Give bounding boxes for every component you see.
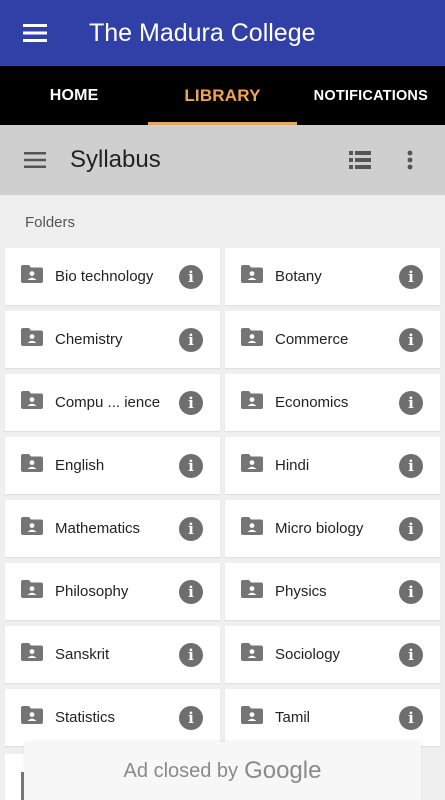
folder-card[interactable]: English i [5, 437, 220, 494]
app-title: The Madura College [89, 18, 316, 47]
folder-card[interactable]: Botany i [225, 248, 440, 305]
info-icon[interactable]: i [179, 642, 203, 667]
folder-label: Hindi [275, 457, 310, 474]
info-icon[interactable]: i [399, 579, 423, 604]
ad-banner: Ad closed by Google [24, 742, 421, 800]
info-icon[interactable]: i [399, 642, 423, 667]
folder-icon [5, 327, 55, 346]
folder-icon [225, 327, 275, 346]
folder-label: Mathematics [55, 520, 141, 537]
google-logo: Google [244, 757, 322, 784]
folder-icon [5, 453, 55, 472]
folder-card[interactable]: Hindi i [225, 437, 440, 494]
folder-card[interactable]: Bio technology i [5, 248, 220, 305]
folder-card[interactable]: Tamil i [225, 689, 440, 746]
folder-icon [5, 264, 55, 283]
info-icon[interactable]: i [179, 579, 203, 604]
folder-icon [225, 579, 275, 598]
info-icon[interactable]: i [179, 516, 203, 541]
info-icon[interactable]: i [399, 516, 423, 541]
folder-label: Sociology [275, 646, 341, 663]
folder-label: Commerce [275, 331, 349, 348]
info-icon[interactable]: i [179, 390, 203, 415]
folders-section-label: Folders [25, 214, 76, 231]
folder-card[interactable]: Sanskrit i [5, 626, 220, 683]
folder-grid: Bio technology i Botany i Chemistry i Commerce… [5, 248, 440, 746]
folder-icon [225, 516, 275, 535]
folder-label: Philosophy [55, 583, 129, 600]
list-view-icon[interactable] [335, 125, 385, 195]
folder-label: English [55, 457, 105, 474]
folder-label: Tamil [275, 709, 311, 726]
folder-card[interactable]: Micro biology i [225, 500, 440, 557]
folder-icon [5, 642, 55, 661]
folder-icon [225, 264, 275, 283]
info-icon[interactable]: i [399, 453, 423, 478]
folder-icon [225, 390, 275, 409]
folder-icon [225, 705, 275, 724]
info-icon[interactable]: i [179, 327, 203, 352]
info-icon[interactable]: i [179, 705, 203, 730]
tab-notifications[interactable]: NOTIFICATIONS [297, 66, 445, 125]
folder-label: Micro biology [275, 520, 364, 537]
folder-label: Bio technology [55, 268, 154, 285]
folder-label: Statistics [55, 709, 116, 726]
folder-card[interactable]: Mathematics i [5, 500, 220, 557]
hamburger-menu-icon[interactable] [0, 0, 70, 66]
folder-icon [5, 516, 55, 535]
folder-icon [225, 642, 275, 661]
info-icon[interactable]: i [399, 390, 423, 415]
folder-card[interactable]: Physics i [225, 563, 440, 620]
folder-label: Compu ... ience [55, 394, 161, 411]
folder-icon [225, 453, 275, 472]
hamburger-menu-icon[interactable] [0, 125, 70, 195]
folder-card[interactable]: Commerce i [225, 311, 440, 368]
folder-label: Physics [275, 583, 327, 600]
folder-card[interactable]: Philosophy i [5, 563, 220, 620]
folder-card[interactable]: Chemistry i [5, 311, 220, 368]
folder-icon [5, 705, 55, 724]
folder-label: Economics [275, 394, 349, 411]
folder-label: Sanskrit [55, 646, 110, 663]
tab-home[interactable]: HOME [0, 66, 148, 125]
tab-library[interactable]: LIBRARY [148, 66, 297, 125]
folder-label: Botany [275, 268, 322, 285]
info-icon[interactable]: i [399, 705, 423, 730]
info-icon[interactable]: i [179, 264, 203, 289]
folder-card[interactable]: Economics i [225, 374, 440, 431]
folder-icon [5, 579, 55, 598]
folder-icon [5, 390, 55, 409]
folder-card[interactable]: Statistics i [5, 689, 220, 746]
info-icon[interactable]: i [399, 327, 423, 352]
folder-card[interactable]: Sociology i [225, 626, 440, 683]
library-toolbar: Syllabus [0, 125, 445, 195]
folder-card[interactable]: Compu ... ience i [5, 374, 220, 431]
app-bar: The Madura College [0, 0, 445, 66]
info-icon[interactable]: i [179, 453, 203, 478]
info-icon[interactable]: i [399, 264, 423, 289]
more-vert-icon[interactable] [385, 125, 435, 195]
page-title: Syllabus [70, 146, 161, 173]
folder-label: Chemistry [55, 331, 123, 348]
tab-bar: HOME LIBRARY NOTIFICATIONS [0, 66, 445, 125]
ad-closed-text: Ad closed by [123, 759, 239, 782]
